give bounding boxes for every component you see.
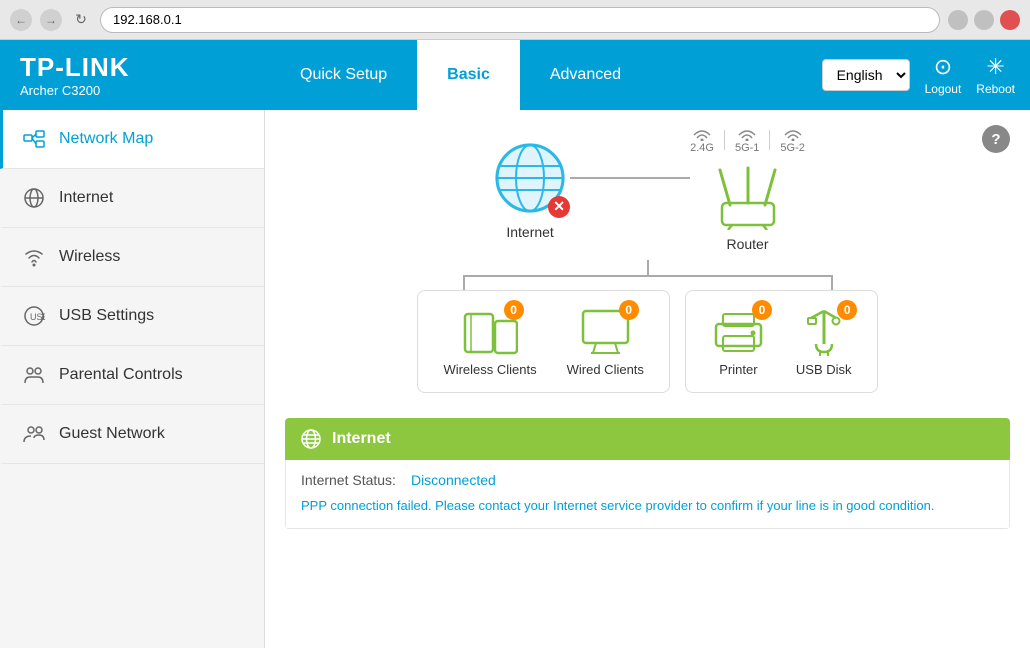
internet-section-title: Internet (332, 430, 391, 448)
logout-label: Logout (925, 82, 962, 96)
sidebar-item-internet[interactable]: Internet (0, 169, 264, 228)
usb-disk-label: USB Disk (796, 362, 852, 377)
wifi-24g-label: 2.4G (690, 142, 714, 154)
internet-label: Internet (506, 224, 553, 240)
wired-clients-label: Wired Clients (567, 362, 644, 377)
wired-clients-icon-wrap: 0 (578, 306, 633, 356)
forward-button[interactable]: → (40, 9, 62, 31)
wifi-5g2: 5G-2 (780, 125, 804, 154)
internet-section-header: Internet (285, 418, 1010, 460)
usb-disk-count: 0 (837, 300, 857, 320)
router-label: Router (726, 236, 768, 252)
language-select[interactable]: English (822, 59, 910, 91)
browser-btn-2 (974, 10, 994, 30)
sidebar-label-guest-network: Guest Network (59, 425, 165, 443)
internet-icon (23, 187, 45, 209)
sidebar-item-network-map[interactable]: Network Map (0, 110, 264, 169)
browser-btn-1 (948, 10, 968, 30)
logo-area: TP-LINK Archer C3200 (20, 52, 270, 98)
status-value: Disconnected (411, 472, 496, 488)
wifi-5g1-label: 5G-1 (735, 142, 759, 154)
nav-area: Quick Setup Basic Advanced (270, 40, 822, 110)
sidebar-item-wireless[interactable]: Wireless (0, 228, 264, 287)
header: TP-LINK Archer C3200 Quick Setup Basic A… (0, 40, 1030, 110)
header-right: English ⊙ Logout ✳ Reboot (822, 54, 1030, 96)
content-area: ? (265, 110, 1030, 648)
error-badge: ✕ (548, 196, 570, 218)
router-icon (710, 165, 785, 230)
wireless-icon (23, 246, 45, 268)
sidebar-item-guest-network[interactable]: Guest Network (0, 405, 264, 464)
internet-node[interactable]: ✕ Internet (490, 138, 570, 240)
usb-disk-item[interactable]: 0 USB Disk (796, 306, 852, 377)
tab-basic[interactable]: Basic (417, 40, 520, 110)
internet-icon-wrap: ✕ (490, 138, 570, 218)
network-map-icon (23, 128, 45, 150)
clients-box: 0 Wireless Clients (417, 290, 669, 393)
parental-icon (23, 364, 45, 386)
wireless-clients-item[interactable]: 0 Wireless Clients (443, 306, 536, 377)
warning-text: PPP connection failed. Please contact yo… (301, 496, 994, 516)
sidebar-label-usb-settings: USB Settings (59, 307, 154, 325)
browser-chrome: ← → ↻ (0, 0, 1030, 40)
reboot-button[interactable]: ✳ Reboot (976, 54, 1015, 96)
refresh-button[interactable]: ↻ (70, 9, 92, 31)
device-boxes-area: 0 Wireless Clients (285, 260, 1010, 393)
internet-section-icon (300, 428, 322, 450)
printer-label: Printer (719, 362, 757, 377)
logo-subtitle: Archer C3200 (20, 83, 270, 98)
back-button[interactable]: ← (10, 9, 32, 31)
sidebar-label-wireless: Wireless (59, 248, 120, 266)
browser-actions (948, 10, 1020, 30)
help-button[interactable]: ? (982, 125, 1010, 153)
sidebar-label-network-map: Network Map (59, 130, 153, 148)
logout-button[interactable]: ⊙ Logout (925, 54, 962, 96)
connection-line (570, 177, 690, 179)
tab-advanced[interactable]: Advanced (520, 40, 651, 110)
wireless-clients-icon-wrap: 0 (463, 306, 518, 356)
main-layout: Network Map Internet (0, 110, 1030, 648)
sidebar: Network Map Internet (0, 110, 265, 648)
usb-disk-icon-wrap: 0 (796, 306, 851, 356)
reboot-label: Reboot (976, 82, 1015, 96)
wired-clients-count: 0 (619, 300, 639, 320)
sidebar-item-parental-controls[interactable]: Parental Controls (0, 346, 264, 405)
wifi-24g: 2.4G (690, 125, 714, 154)
status-label: Internet Status: (301, 472, 396, 488)
wifi-5g2-label: 5G-2 (780, 142, 804, 154)
svg-text:USB: USB (30, 312, 45, 322)
usb-icon: USB (23, 305, 45, 327)
internet-section-body: Internet Status: Disconnected PPP connec… (285, 460, 1010, 529)
divider-2 (769, 130, 770, 150)
printer-item[interactable]: 0 Printer (711, 306, 766, 377)
status-row: Internet Status: Disconnected (301, 472, 994, 488)
router-node[interactable]: 2.4G 5G-1 5G-2 (690, 125, 805, 252)
logout-icon: ⊙ (934, 54, 952, 80)
printer-count: 0 (752, 300, 772, 320)
reboot-icon: ✳ (986, 54, 1004, 80)
browser-btn-3 (1000, 10, 1020, 30)
wired-clients-item[interactable]: 0 Wired Clients (567, 306, 644, 377)
wireless-clients-label: Wireless Clients (443, 362, 536, 377)
printer-icon-wrap: 0 (711, 306, 766, 356)
wireless-clients-count: 0 (504, 300, 524, 320)
app: TP-LINK Archer C3200 Quick Setup Basic A… (0, 40, 1030, 648)
sidebar-item-usb-settings[interactable]: USB USB Settings (0, 287, 264, 346)
internet-status-section: Internet Internet Status: Disconnected P… (285, 418, 1010, 529)
logo-title: TP-LINK (20, 52, 270, 83)
sidebar-label-internet: Internet (59, 189, 113, 207)
peripherals-box: 0 Printer (685, 290, 878, 393)
tab-quick-setup[interactable]: Quick Setup (270, 40, 417, 110)
divider-1 (724, 130, 725, 150)
address-bar[interactable] (100, 7, 940, 33)
network-map-section: ✕ Internet 2.4G (265, 110, 1030, 403)
wifi-5g1: 5G-1 (735, 125, 759, 154)
sidebar-label-parental-controls: Parental Controls (59, 366, 183, 384)
guest-network-icon (23, 423, 45, 445)
wifi-indicators: 2.4G 5G-1 5G-2 (690, 125, 805, 154)
